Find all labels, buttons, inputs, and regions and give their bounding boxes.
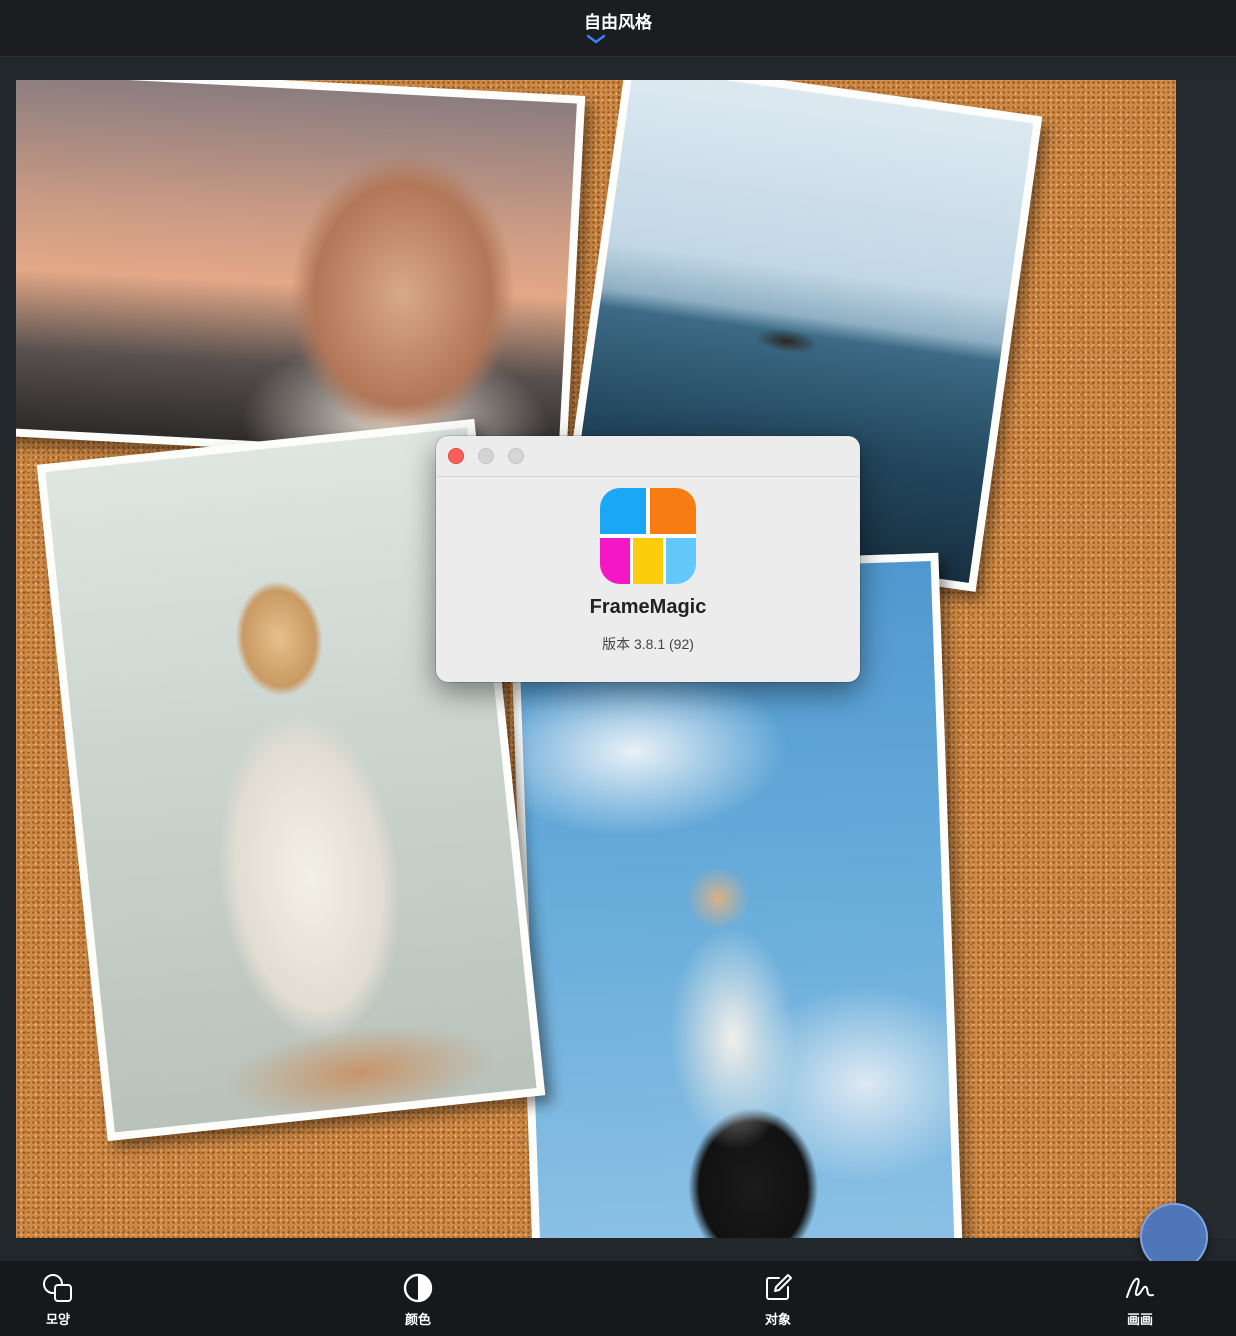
top-bar: 自由风格	[0, 0, 1236, 57]
toolbar-label: 颜色	[404, 1313, 431, 1328]
contrast-icon	[403, 1273, 433, 1303]
framemagic-app-icon	[600, 488, 696, 584]
toolbar-label: 画画	[1126, 1313, 1153, 1328]
close-window-button[interactable]	[448, 448, 464, 464]
photo-frame-sunset-portrait[interactable]	[16, 80, 586, 466]
zoom-window-button[interactable]	[508, 448, 524, 464]
toolbar-object-button[interactable]: 对象	[738, 1271, 818, 1328]
edit-square-icon	[766, 1274, 792, 1300]
toolbar-color-button[interactable]: 颜色	[378, 1271, 458, 1328]
dialog-titlebar	[436, 436, 860, 477]
toolbar-label: 对象	[764, 1313, 791, 1328]
photo-sunset-portrait	[16, 80, 577, 458]
minimize-window-button[interactable]	[478, 448, 494, 464]
canvas-margin	[1176, 80, 1236, 1238]
app-name: FrameMagic	[589, 596, 707, 618]
toolbar-label: 모양	[46, 1313, 70, 1328]
toolbar-draw-button[interactable]: 画画	[1100, 1271, 1180, 1328]
toolbar-shapes-button[interactable]: 모양	[18, 1271, 98, 1328]
bottom-toolbar: 모양 颜色 对象 画画	[0, 1261, 1236, 1336]
shapes-icon	[43, 1274, 72, 1302]
chevron-down-icon[interactable]	[586, 34, 606, 44]
app-version: 版本 3.8.1 (92)	[602, 636, 694, 652]
layout-mode-title[interactable]: 自由风格	[0, 8, 1236, 33]
draw-icon	[1126, 1277, 1154, 1298]
about-dialog: FrameMagic 版本 3.8.1 (92)	[436, 436, 860, 682]
